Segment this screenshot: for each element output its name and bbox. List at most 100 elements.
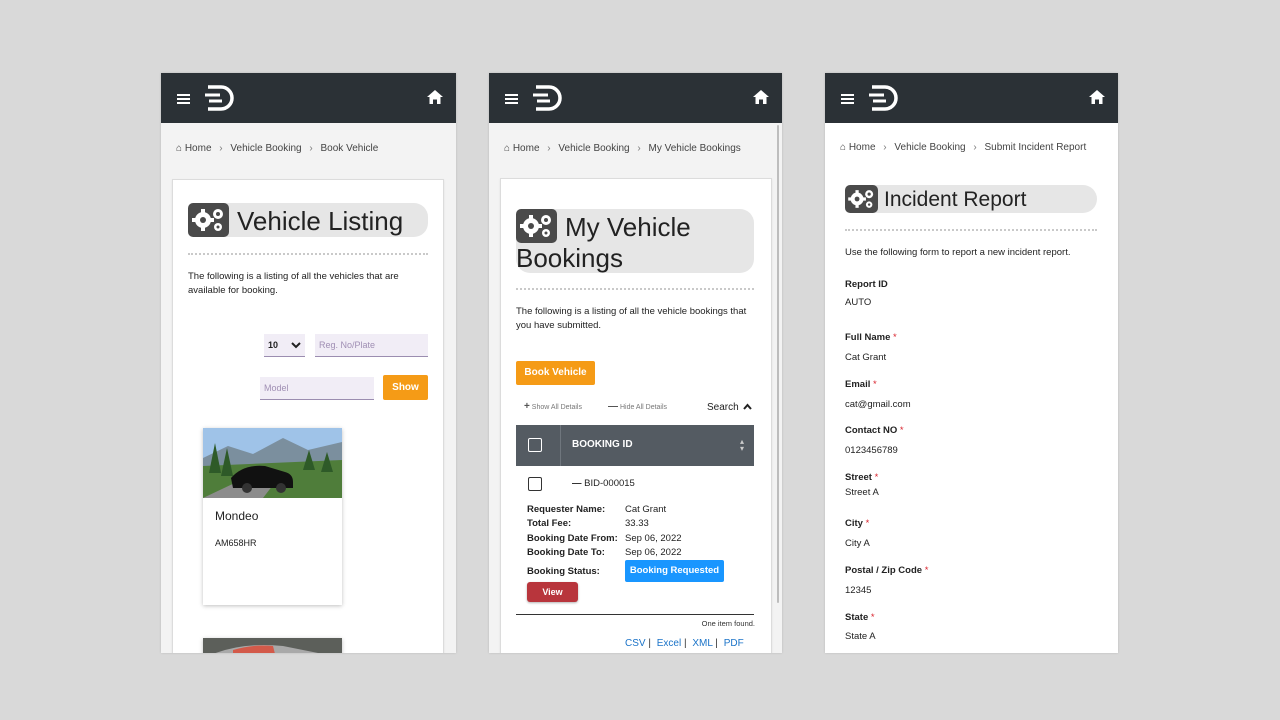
field-value-street[interactable]: Street A <box>845 487 879 498</box>
app-logo[interactable] <box>205 85 237 111</box>
menu-icon[interactable] <box>841 94 854 104</box>
chevron-up-icon <box>743 403 753 410</box>
scrollbar[interactable] <box>777 125 779 603</box>
date-from-value: Sep 06, 2022 <box>625 533 682 544</box>
show-all-label: Show All Details <box>531 404 582 411</box>
field-label-street: Street * <box>845 472 879 483</box>
field-label-full-name: Full Name * <box>845 332 897 343</box>
export-xml[interactable]: XML <box>692 638 712 649</box>
show-all-details-link[interactable]: + Show All Details <box>524 401 582 412</box>
breadcrumb: ⌂ Home › Vehicle Booking › Book Vehicle <box>176 143 378 154</box>
page-description: Use the following form to report a new i… <box>845 247 1071 258</box>
field-value-full-name[interactable]: Cat Grant <box>845 352 886 363</box>
status-label: Booking Status: <box>527 566 600 577</box>
home-icon[interactable] <box>1089 90 1105 104</box>
app-logo[interactable] <box>533 85 565 111</box>
breadcrumb-home[interactable]: Home <box>185 143 212 154</box>
page-title-pill: My Vehicle Bookings <box>516 209 754 273</box>
chevron-right-icon: › <box>219 143 223 154</box>
vehicle-card[interactable]: Mondeo AM658HR <box>203 428 342 605</box>
vehicle-listing-screen: ⌂ Home › Vehicle Booking › Book Vehicle … <box>161 73 456 653</box>
table-header: BOOKING ID ▴ ▾ <box>516 425 754 466</box>
home-icon[interactable] <box>753 90 769 104</box>
export-pdf[interactable]: PDF <box>724 638 744 649</box>
date-to-value: Sep 06, 2022 <box>625 547 682 558</box>
gears-icon <box>188 203 229 237</box>
field-value-report-id[interactable]: AUTO <box>845 297 871 308</box>
vehicle-name: Mondeo <box>215 509 259 523</box>
chevron-right-icon: › <box>883 142 887 153</box>
booking-id-column[interactable]: BOOKING ID <box>572 439 633 450</box>
requester-value: Cat Grant <box>625 504 667 515</box>
app-logo[interactable] <box>869 85 901 111</box>
page-title-pill: Incident Report <box>845 185 1097 213</box>
chevron-right-icon: › <box>547 143 551 154</box>
table-footer-line <box>516 614 754 615</box>
show-button[interactable]: Show <box>383 375 428 400</box>
divider <box>188 253 428 255</box>
hide-all-label: Hide All Details <box>619 404 668 411</box>
plus-icon: + <box>524 401 530 412</box>
export-csv[interactable]: CSV <box>625 638 646 649</box>
field-value-email[interactable]: cat@gmail.com <box>845 399 911 410</box>
top-navbar <box>161 73 456 123</box>
page-title-pill: Vehicle Listing <box>188 203 428 237</box>
breadcrumb: ⌂ Home › Vehicle Booking › My Vehicle Bo… <box>504 143 741 154</box>
breadcrumb-current: My Vehicle Bookings <box>648 143 741 154</box>
menu-icon[interactable] <box>505 94 518 104</box>
field-label-email: Email * <box>845 379 877 390</box>
divider <box>516 288 754 290</box>
vehicle-photo <box>203 638 342 653</box>
vehicle-plate: AM658HR <box>215 538 257 548</box>
search-toggle[interactable]: Search <box>707 402 753 413</box>
view-button[interactable]: View <box>527 582 578 602</box>
booking-id-cell[interactable]: — BID-000015 <box>572 478 635 489</box>
sort-icon[interactable]: ▴ ▾ <box>740 438 744 453</box>
field-value-postal-code[interactable]: 12345 <box>845 585 871 596</box>
total-fee-label: Total Fee: <box>527 518 572 529</box>
collapse-icon[interactable]: — <box>572 478 582 489</box>
breadcrumb-vehicle-booking[interactable]: Vehicle Booking <box>230 143 301 154</box>
date-to-label: Booking Date To: <box>527 547 605 558</box>
minus-icon: — <box>608 401 618 412</box>
field-label-report-id: Report ID <box>845 279 888 290</box>
gears-icon <box>845 185 878 213</box>
page-size-select[interactable]: 10 <box>264 334 305 357</box>
search-label: Search <box>707 402 739 413</box>
field-value-city[interactable]: City A <box>845 538 870 549</box>
incident-report-screen: ⌂ Home › Vehicle Booking › Submit Incide… <box>825 73 1118 653</box>
menu-icon[interactable] <box>177 94 190 104</box>
requester-label: Requester Name: <box>527 504 606 515</box>
field-value-contact-no[interactable]: 0123456789 <box>845 445 898 456</box>
chevron-right-icon: › <box>309 143 313 154</box>
select-all-checkbox[interactable] <box>528 438 542 452</box>
page-description: The following is a listing of all the ve… <box>516 306 747 331</box>
total-fee-value: 33.33 <box>625 518 649 529</box>
page-title-line1: My Vehicle <box>565 212 691 242</box>
field-label-contact-no: Contact NO * <box>845 425 904 436</box>
date-from-label: Booking Date From: <box>527 533 618 544</box>
home-icon[interactable] <box>427 90 443 104</box>
export-links: CSV | Excel | XML | PDF <box>625 638 744 649</box>
row-checkbox[interactable] <box>528 477 542 491</box>
chevron-right-icon: › <box>973 142 977 153</box>
model-input[interactable]: Model <box>260 377 374 400</box>
my-vehicle-bookings-screen: ⌂ Home › Vehicle Booking › My Vehicle Bo… <box>489 73 782 653</box>
breadcrumb-vehicle-booking[interactable]: Vehicle Booking <box>894 142 965 153</box>
field-label-state: State * <box>845 612 875 623</box>
breadcrumb-home[interactable]: Home <box>849 142 876 153</box>
hide-all-details-link[interactable]: — Hide All Details <box>608 401 667 412</box>
book-vehicle-button[interactable]: Book Vehicle <box>516 361 595 385</box>
reg-plate-input[interactable]: Reg. No/Plate <box>315 334 428 357</box>
top-navbar <box>489 73 782 123</box>
gears-icon <box>516 209 557 243</box>
breadcrumb-vehicle-booking[interactable]: Vehicle Booking <box>558 143 629 154</box>
field-value-state[interactable]: State A <box>845 631 876 642</box>
items-found: One item found. <box>701 619 755 628</box>
breadcrumb-home[interactable]: Home <box>513 143 540 154</box>
export-excel[interactable]: Excel <box>657 638 681 649</box>
vehicle-photo <box>203 428 342 498</box>
home-crumb-icon: ⌂ <box>504 143 511 154</box>
page-title: Vehicle Listing <box>237 206 404 236</box>
vehicle-card[interactable] <box>203 638 342 653</box>
